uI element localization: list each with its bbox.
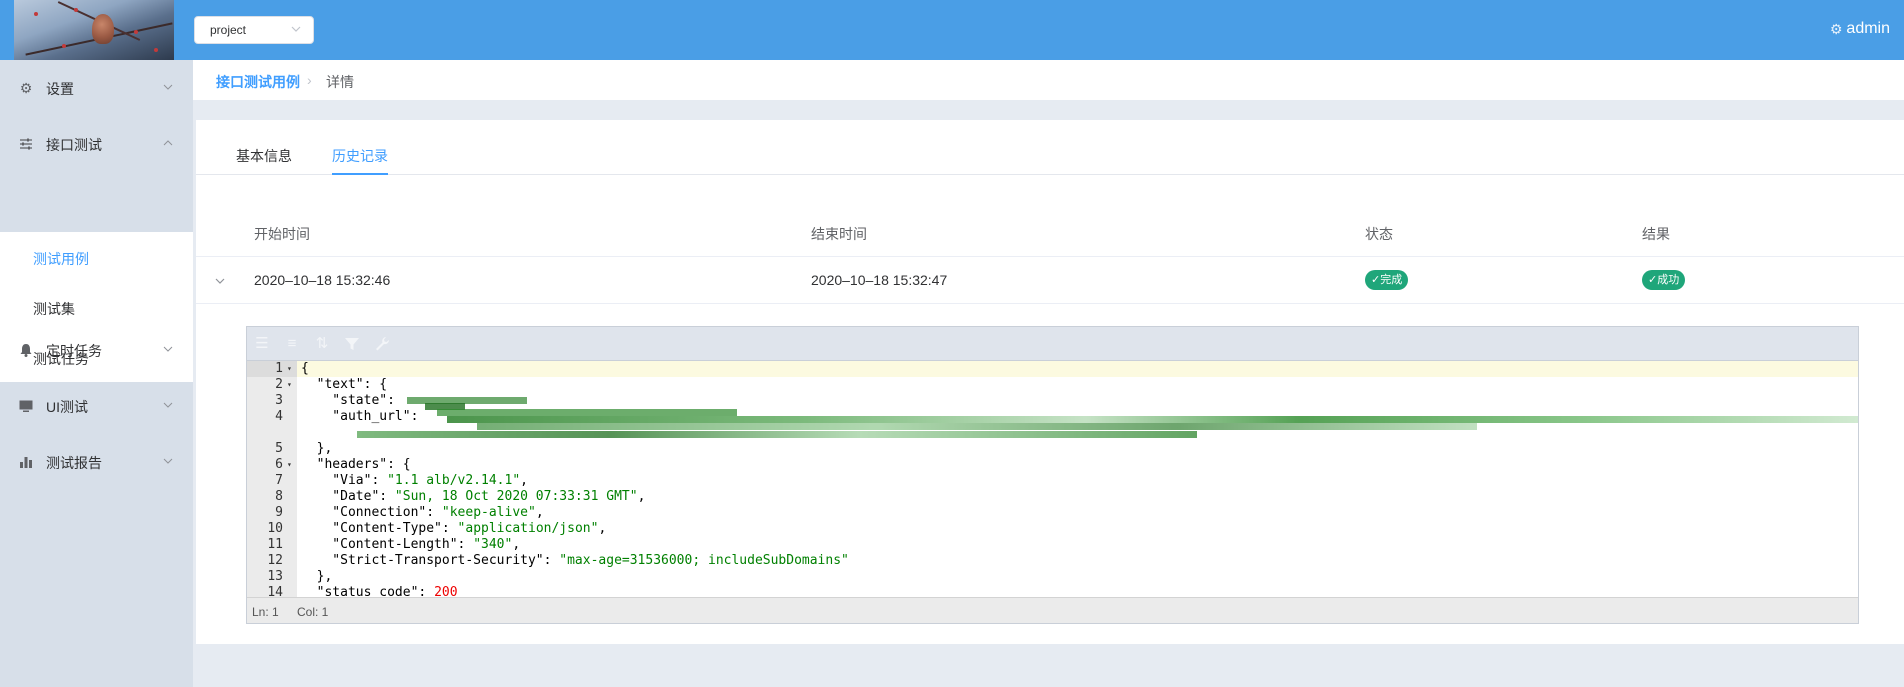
result-badge: ✓成功 <box>1642 270 1686 290</box>
user-menu[interactable]: ⚙ admin <box>1830 20 1890 38</box>
json-editor[interactable]: ☰ ≡ ⇅ 1 ▾{ 2 ▾ "text": { 3 "state": 4 "aut… <box>246 326 1859 624</box>
editor-toolbar: ☰ ≡ ⇅ <box>247 327 1858 361</box>
code-line: 7 "Via": "1.1 alb/v2.14.1", <box>275 473 528 488</box>
code-line: 5 }, <box>275 441 333 456</box>
gear-icon: ⚙ <box>19 80 33 96</box>
logo <box>14 0 174 60</box>
chevron-down-icon <box>163 346 173 352</box>
cell-start-time: 2020–10–18 15:32:46 <box>254 272 391 288</box>
cell-end-time: 2020–10–18 15:32:47 <box>811 272 948 288</box>
chevron-down-icon[interactable] <box>214 275 226 287</box>
code-line: 12 "Strict-Transport-Security": "max-age… <box>267 553 849 568</box>
code-line: 14 "status_code": 200 <box>267 585 458 597</box>
breadcrumb-parent-link[interactable]: 接口测试用例 <box>216 72 300 92</box>
tab-history[interactable]: 历史记录 <box>332 146 388 166</box>
filter-icon[interactable] <box>343 335 361 353</box>
chevron-down-icon <box>163 402 173 408</box>
monitor-icon <box>19 400 33 412</box>
chevron-down-icon <box>163 458 173 464</box>
cursor-line: Ln: 1 <box>252 605 279 619</box>
result-badge-text: 成功 <box>1657 274 1680 286</box>
sidebar-item-api-test[interactable]: 接口测试 <box>0 116 193 172</box>
sidebar-item-label: 设置 <box>46 81 74 97</box>
detail-card: 基本信息 历史记录 开始时间 结束时间 状态 结果 2020–10–18 15:… <box>196 120 1904 644</box>
bar-chart-icon <box>20 457 32 468</box>
top-header: project ⚙ admin <box>0 0 1904 60</box>
project-select[interactable]: project <box>194 16 314 44</box>
sidebar-item-test-reports[interactable]: 测试报告 <box>0 434 193 490</box>
tab-basic-info[interactable]: 基本信息 <box>236 146 292 166</box>
sidebar-item-label: 接口测试 <box>46 137 102 153</box>
sidebar-subitem-label: 测试用例 <box>33 251 89 267</box>
wrench-icon[interactable] <box>373 335 391 353</box>
gear-icon: ⚙ <box>1829 20 1843 37</box>
bell-icon <box>20 344 32 357</box>
sidebar-item-label: 测试报告 <box>46 455 102 471</box>
fold-icon[interactable]: ▾ <box>287 457 295 473</box>
code-line: 11 "Content-Length": "340", <box>267 537 521 552</box>
code-line: 13 }, <box>267 569 333 584</box>
chevron-down-icon <box>163 84 173 90</box>
code-line: 9 "Connection": "keep-alive", <box>275 505 544 520</box>
breadcrumb-current: 详情 <box>326 74 354 90</box>
sidebar-item-scheduled-tasks[interactable]: 定时任务 <box>0 322 193 378</box>
column-header-start-time: 开始时间 <box>254 226 310 242</box>
sidebar-item-ui-test[interactable]: UI测试 <box>0 378 193 434</box>
sidebar-subitem-label: 测试集 <box>33 301 75 317</box>
cursor-column: Col: 1 <box>297 605 329 619</box>
project-select-value: project <box>210 23 247 37</box>
chevron-up-icon <box>163 140 173 146</box>
sliders-icon <box>20 138 32 150</box>
column-header-result: 结果 <box>1642 226 1670 242</box>
sort-icon[interactable]: ⇅ <box>313 335 331 353</box>
column-header-status: 状态 <box>1365 226 1393 242</box>
sidebar: ⚙ 设置 接口测试 测试用例 测试集 测试任务 定时任务 UI测试 测试报告 <box>0 60 193 687</box>
editor-content[interactable]: 1 ▾{ 2 ▾ "text": { 3 "state": 4 "auth_url"… <box>247 361 1858 597</box>
tab-bar: 基本信息 历史记录 <box>196 120 1904 175</box>
breadcrumb: 接口测试用例 › 详情 <box>193 60 1904 100</box>
breadcrumb-separator-icon: › <box>307 72 312 88</box>
active-tab-indicator <box>332 173 388 175</box>
sidebar-item-settings[interactable]: ⚙ 设置 <box>0 60 193 116</box>
sidebar-item-label: UI测试 <box>46 399 88 415</box>
code-line: 6 ▾ "headers": { <box>275 457 411 473</box>
chevron-down-icon <box>291 26 301 32</box>
status-badge-text: 完成 <box>1380 274 1403 286</box>
compact-icon[interactable]: ≡ <box>283 335 301 353</box>
editor-status-bar: Ln: 1 Col: 1 <box>247 597 1858 623</box>
code-line: 8 "Date": "Sun, 18 Oct 2020 07:33:31 GMT… <box>275 489 646 504</box>
sidebar-item-test-cases[interactable]: 测试用例 <box>0 232 193 282</box>
code-line: 10 "Content-Type": "application/json", <box>267 521 607 536</box>
status-badge: ✓完成 <box>1365 270 1409 290</box>
sidebar-item-label: 定时任务 <box>46 343 102 359</box>
username: admin <box>1846 20 1890 37</box>
column-header-end-time: 结束时间 <box>811 226 867 242</box>
format-icon[interactable]: ☰ <box>253 335 271 353</box>
